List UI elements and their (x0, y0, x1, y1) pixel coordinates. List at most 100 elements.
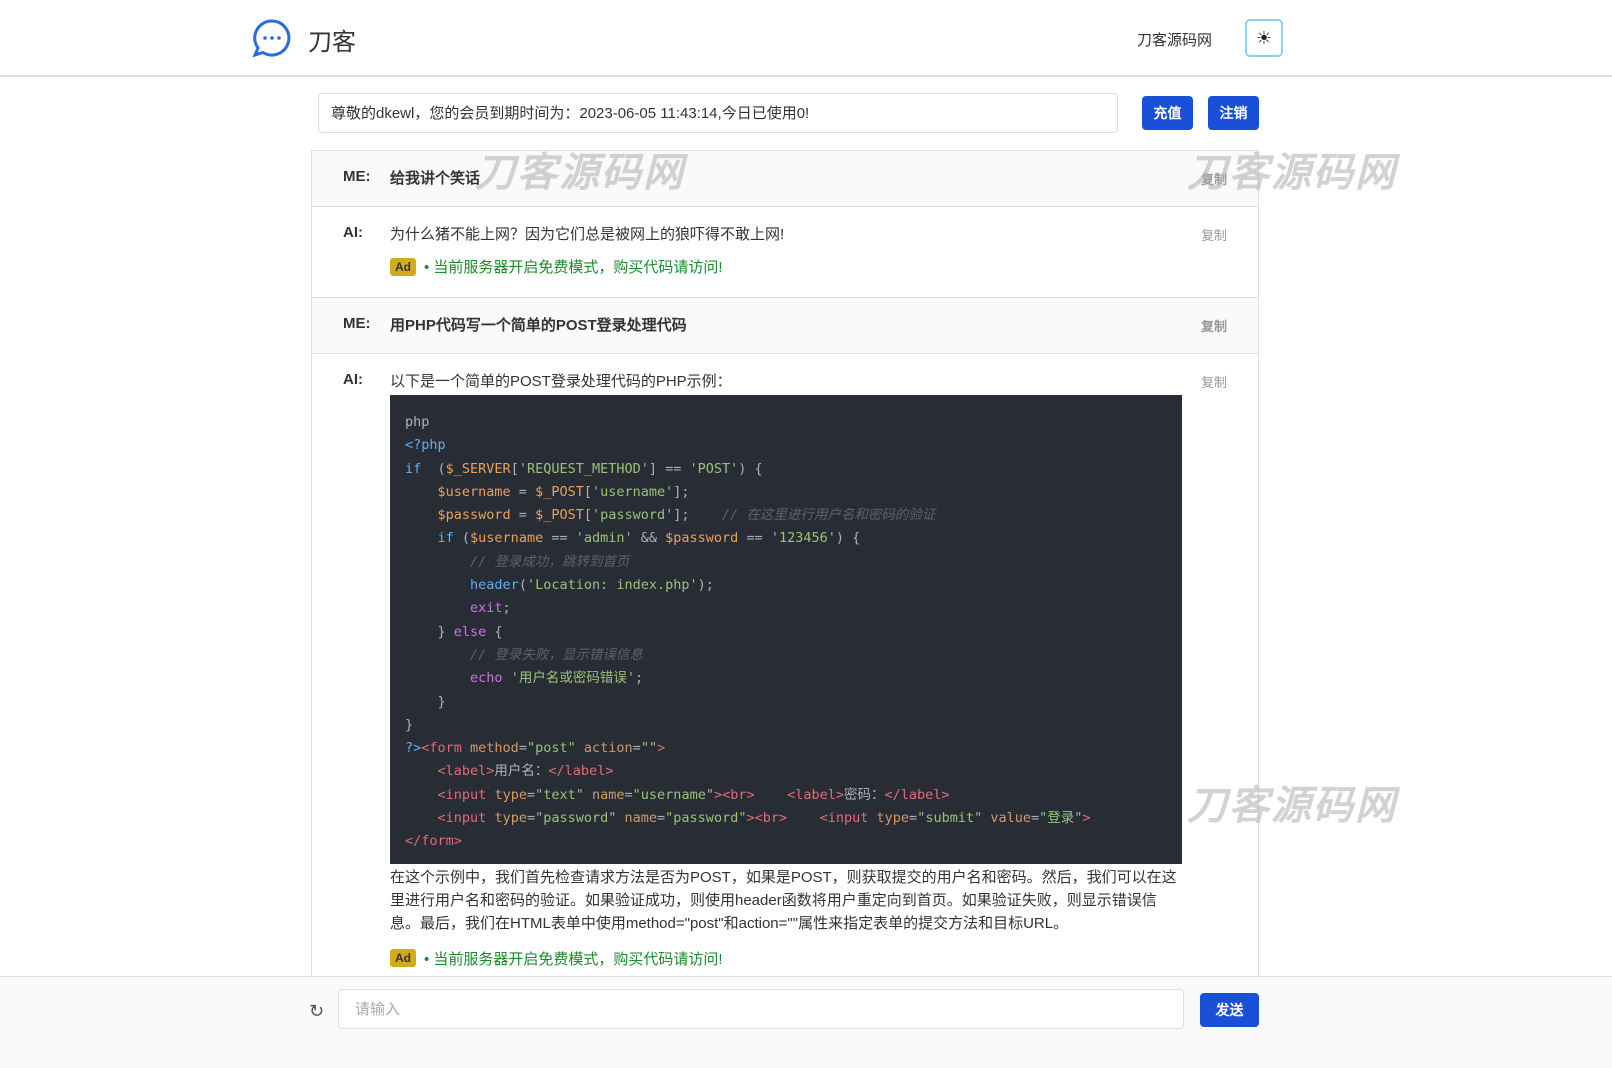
role-label: AI: (343, 224, 363, 241)
code-token: = (526, 810, 536, 827)
code-token: </form> (405, 833, 462, 850)
code-line: $password = $_POST['password']; // 在这里进行… (405, 504, 1167, 527)
role-label: AI: (343, 371, 363, 388)
code-line: <label>用户名：</label> (405, 760, 1167, 783)
code-token: "username" (632, 786, 714, 803)
code-line: $username = $_POST['username']; (405, 481, 1167, 504)
code-token: ]; (673, 483, 690, 500)
brand-name: 刀客 (308, 29, 356, 56)
code-token: 'username' (591, 483, 674, 500)
ad-notice[interactable]: Ad • 当前服务器开启免费模式，购买代码请访问! (390, 256, 1228, 277)
code-token: = (510, 507, 536, 524)
message-ai: AI: 为什么猪不能上网？因为它们总是被网上的狼吓得不敢上网! Ad • 当前服务… (312, 207, 1258, 298)
code-token: '123456' (770, 530, 836, 547)
nav-link-source-site[interactable]: 刀客源码网 (1137, 29, 1212, 50)
code-line: if ($username == 'admin' && $password ==… (405, 527, 1167, 550)
message-text: 用PHP代码写一个简单的POST登录处理代码 (390, 317, 687, 334)
code-line: header('Location: index.php'); (405, 574, 1167, 597)
code-token: = (1031, 810, 1040, 827)
chat-bubble-logo-icon (252, 19, 291, 58)
copy-button[interactable]: 复制 (1201, 372, 1227, 391)
code-token: exit (470, 600, 503, 617)
code-token: 'POST' (689, 460, 739, 477)
code-token: [ (510, 460, 519, 477)
logout-button[interactable]: 注销 (1208, 96, 1259, 130)
code-token: </label> (548, 763, 614, 780)
code-line: } else { (405, 621, 1167, 644)
ad-text[interactable]: • 当前服务器开启免费模式，购买代码请访问! (424, 948, 723, 969)
message-input[interactable] (338, 989, 1184, 1029)
code-token: = (518, 740, 527, 757)
code-token: ; (502, 600, 511, 617)
code-token: name (624, 810, 658, 827)
code-token: type (876, 810, 910, 827)
code-token: $password (437, 507, 511, 524)
ad-notice[interactable]: Ad • 当前服务器开启免费模式，购买代码请访问! (390, 948, 1228, 969)
code-token: ) { (738, 460, 763, 477)
code-token: <label> (437, 763, 495, 780)
code-token: "text" (535, 786, 584, 803)
code-token: = (657, 810, 666, 827)
code-token: ( (421, 460, 446, 477)
message-me: ME: 给我讲个笑话 复制 (312, 151, 1258, 207)
code-token: 'Location: index.php' (526, 577, 698, 594)
code-token: ) { (835, 530, 861, 547)
code-line: php (405, 411, 1167, 434)
code-line: </form> (405, 830, 1167, 853)
code-token: == (543, 530, 576, 547)
code-token: ( (453, 530, 471, 547)
code-token: <input (437, 786, 487, 803)
message-ai: AI: 以下是一个简单的POST登录处理代码的PHP示例： php <?php if… (312, 354, 1258, 980)
recharge-button[interactable]: 充值 (1142, 96, 1193, 130)
code-token: action (583, 740, 633, 757)
code-line: echo '用户名或密码错误'; (405, 667, 1167, 690)
code-token: value (990, 810, 1031, 827)
top-header: 刀客 刀客源码网 ☀ (0, 0, 1612, 77)
copy-button[interactable]: 复制 (1201, 316, 1227, 335)
ad-text[interactable]: • 当前服务器开启免费模式，购买代码请访问! (424, 256, 723, 277)
copy-button[interactable]: 复制 (1201, 169, 1227, 188)
send-button[interactable]: 发送 (1200, 993, 1259, 1027)
copy-button[interactable]: 复制 (1201, 225, 1227, 244)
composer-bar: ↻ 发送 (0, 976, 1612, 1068)
code-token: "password" (535, 810, 617, 827)
code-token: type (494, 810, 527, 827)
code-token: <label> (787, 786, 845, 803)
code-token: echo (470, 670, 503, 687)
code-line: // 登录失败，显示错误信息 (405, 644, 1167, 667)
membership-info: 尊敬的dkewl，您的会员到期时间为：2023-06-05 11:43:14,今… (318, 93, 1118, 133)
code-token: </label> (884, 786, 950, 803)
code-token: name (592, 786, 625, 803)
code-line: exit; (405, 597, 1167, 620)
ad-badge: Ad (390, 949, 416, 968)
code-token: ] == (648, 460, 690, 477)
code-token: { (486, 623, 503, 640)
code-token: } (405, 623, 454, 640)
theme-toggle-button[interactable]: ☀ (1245, 19, 1283, 57)
refresh-icon[interactable]: ↻ (309, 1001, 324, 1022)
code-token: <input (819, 810, 869, 827)
code-token: method (470, 740, 519, 757)
code-line: // 登录成功，跳转到首页 (405, 551, 1167, 574)
code-token: 用户名： (494, 763, 549, 780)
code-token: 密码： (844, 786, 885, 803)
code-token: "submit" (917, 810, 983, 827)
code-token: $_SERVER (445, 460, 511, 477)
code-line: } (405, 691, 1167, 714)
code-token: = (624, 786, 633, 803)
code-line: } (405, 714, 1167, 737)
code-token: } (405, 693, 446, 710)
code-token: ><br> (713, 786, 755, 803)
